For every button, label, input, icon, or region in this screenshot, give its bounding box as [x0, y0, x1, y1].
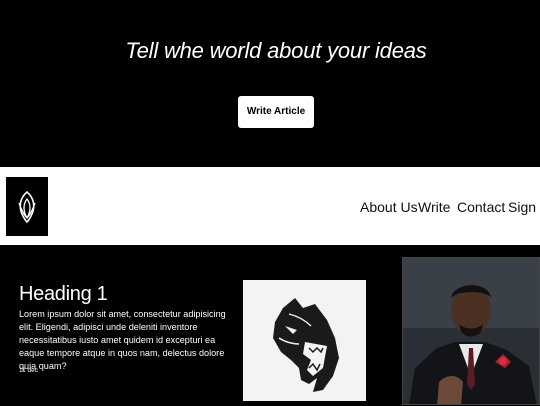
portrait-photo [402, 257, 540, 405]
man-in-suit-portrait-icon [403, 258, 539, 404]
article-heading: Heading 1 [19, 283, 108, 305]
article-image[interactable] [243, 280, 366, 401]
article-body: Lorem ipsum dolor sit amet, consectetur … [19, 309, 226, 371]
write-article-button[interactable]: Write Article [238, 96, 314, 128]
nav-about-us[interactable]: About Us [360, 199, 418, 215]
article-section: Heading 1 Lorem ipsum dolor sit amet, co… [0, 245, 540, 405]
nav-sign-in[interactable]: Sign in [508, 199, 540, 215]
nav-links: About Us Write Contact Sign in [0, 199, 540, 219]
hero-section: Tell whe world about your ideas Write Ar… [0, 0, 540, 167]
nav-contact[interactable]: Contact [457, 199, 505, 215]
nav-write[interactable]: Write [418, 199, 450, 215]
navbar: About Us Write Contact Sign in [0, 167, 540, 245]
article-date: 11 dec [19, 367, 39, 374]
hero-title: Tell whe world about your ideas [125, 38, 427, 63]
roaring-panther-icon [273, 298, 339, 392]
